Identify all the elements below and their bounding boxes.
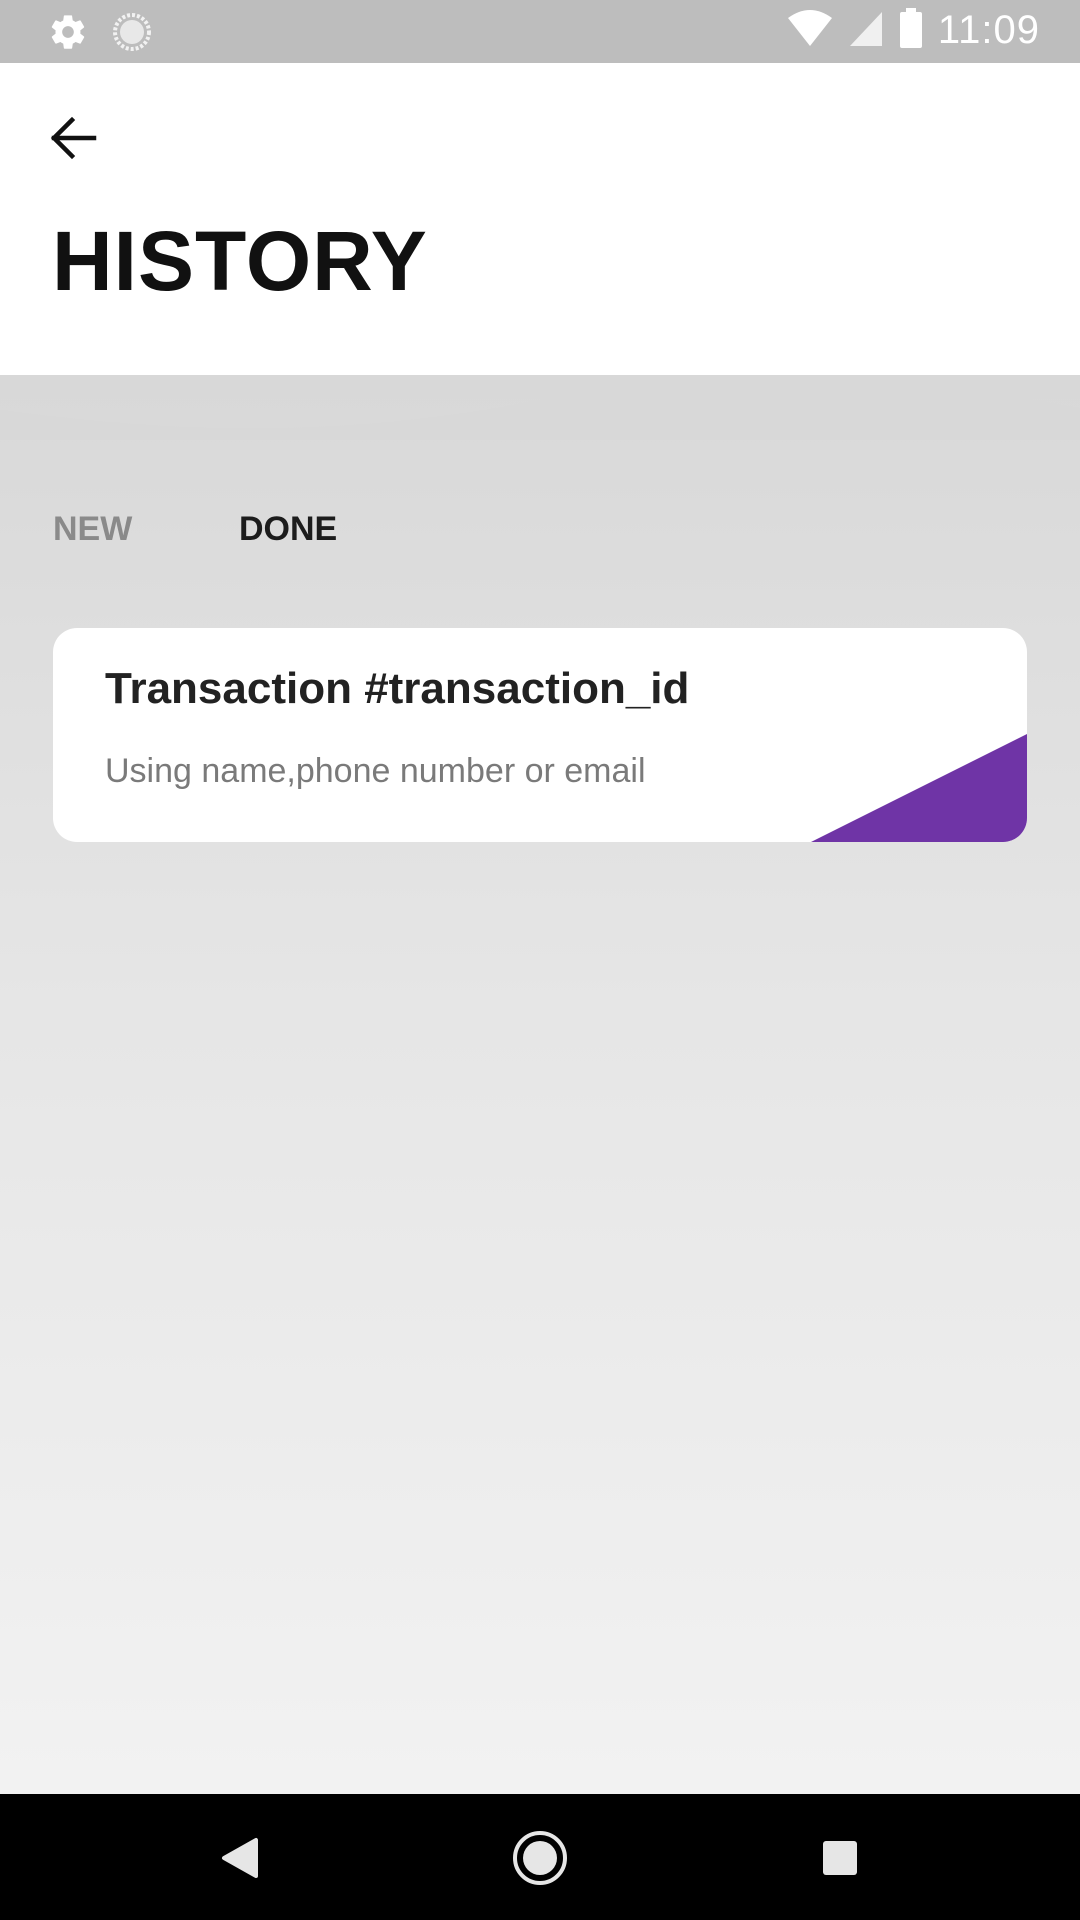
back-button[interactable] xyxy=(44,108,104,168)
nav-home-button[interactable] xyxy=(508,1826,572,1890)
nav-back-button[interactable] xyxy=(208,1826,272,1890)
sync-icon xyxy=(112,12,152,57)
recents-square-icon xyxy=(823,1841,857,1875)
signal-icon xyxy=(848,8,884,53)
status-bar: 11:09 xyxy=(0,0,1080,63)
history-tabs: NEW DONE xyxy=(53,510,337,549)
navigation-bar xyxy=(0,1794,1080,1920)
screen: 11:09 HISTORY NEW DONE Transaction #tran… xyxy=(0,0,1080,1920)
wave-divider xyxy=(0,378,1080,440)
transaction-title: Transaction #transaction_id xyxy=(105,664,690,713)
nav-recents-button[interactable] xyxy=(808,1826,872,1890)
arrow-left-icon xyxy=(50,116,97,160)
home-circle-icon xyxy=(513,1831,567,1885)
transaction-card[interactable]: Transaction #transaction_id Using name,p… xyxy=(53,628,1027,842)
tab-new[interactable]: NEW xyxy=(53,510,239,549)
transaction-subtitle: Using name,phone number or email xyxy=(105,752,646,790)
gear-icon xyxy=(48,12,88,57)
page-title: HISTORY xyxy=(52,214,428,308)
status-time: 11:09 xyxy=(937,8,1040,52)
content-area xyxy=(0,375,1080,1794)
card-accent-corner xyxy=(811,734,1027,842)
battery-icon xyxy=(898,8,924,53)
back-triangle-icon xyxy=(222,1838,258,1878)
tab-done[interactable]: DONE xyxy=(239,510,337,549)
wifi-icon xyxy=(786,8,834,53)
